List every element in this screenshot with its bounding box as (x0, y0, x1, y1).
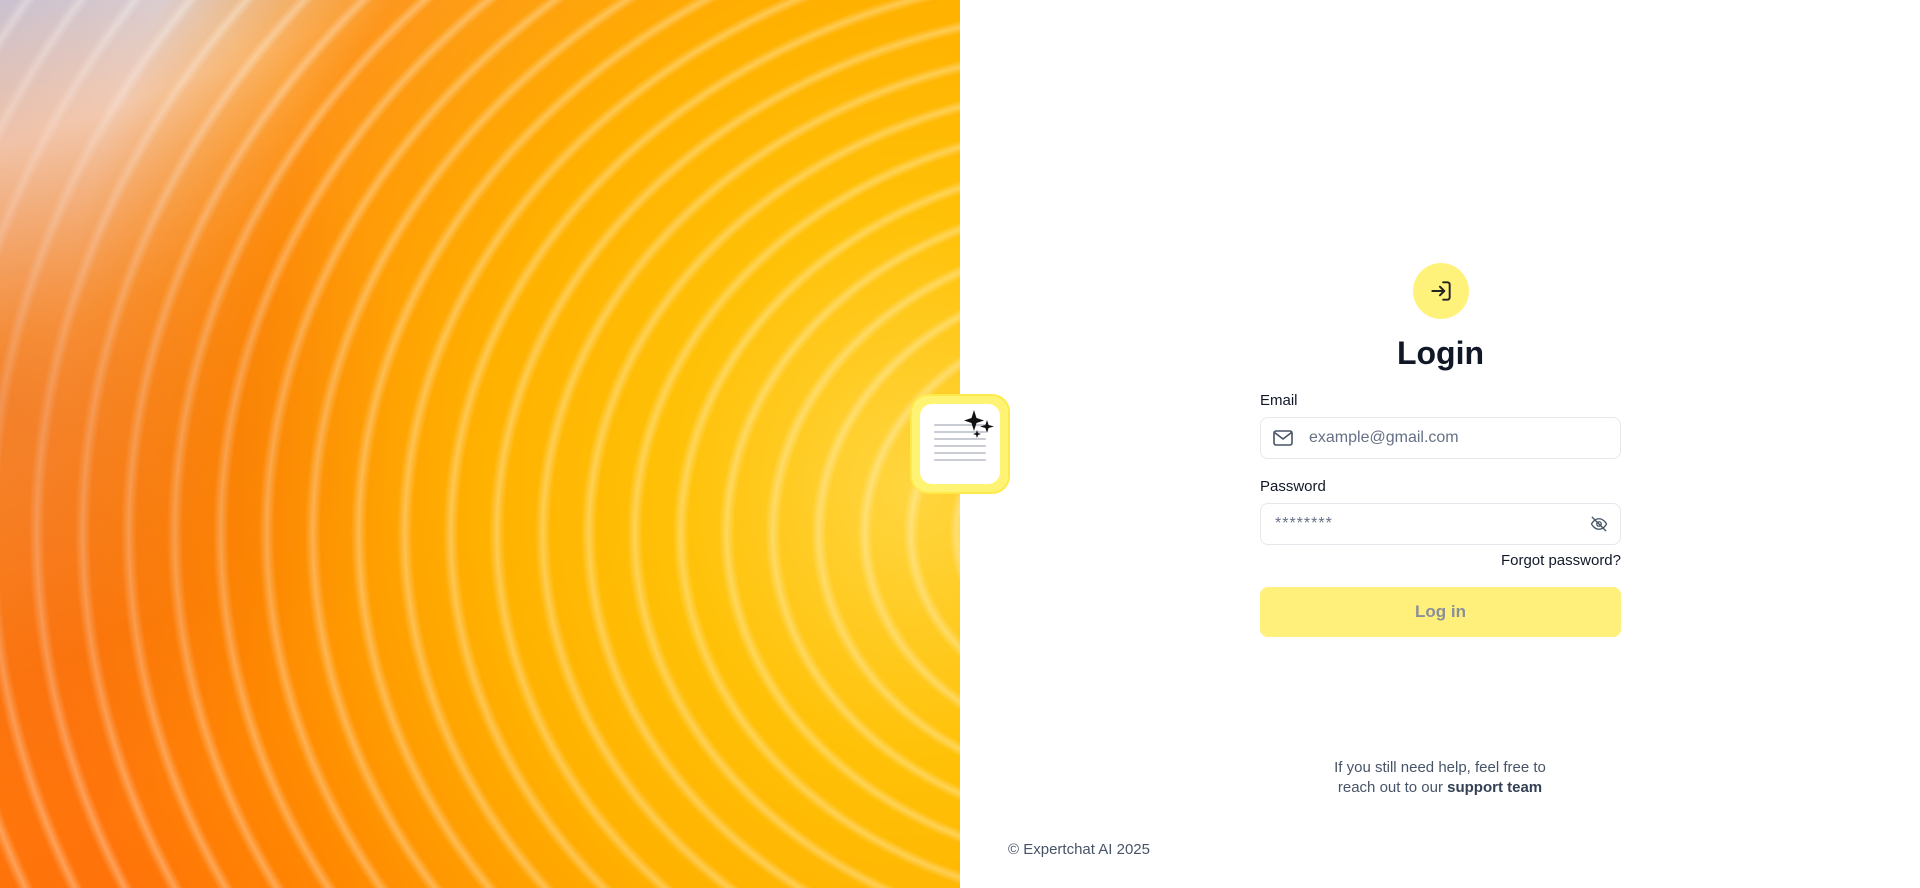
sparkle-document-icon (920, 404, 1000, 484)
page-title: Login (1396, 335, 1485, 371)
login-page: Login Email Password (0, 0, 1920, 888)
login-panel: Login Email Password (960, 0, 1920, 888)
login-button[interactable]: Log in (1260, 587, 1621, 637)
hero-background (0, 0, 960, 888)
help-text: If you still need help, feel free to rea… (1250, 758, 1630, 798)
email-field-wrapper (1260, 417, 1621, 459)
mail-icon (1273, 427, 1293, 449)
support-team-link[interactable]: support team (1447, 779, 1542, 796)
copyright-text: © Expertchat AI 2025 (1008, 841, 1150, 858)
eye-off-icon[interactable] (1590, 515, 1610, 535)
app-logo (912, 396, 1008, 492)
password-label: Password (1260, 478, 1326, 495)
email-label: Email (1260, 392, 1298, 409)
help-line-2: reach out to our support team (1250, 778, 1630, 798)
help-line-1: If you still need help, feel free to (1334, 759, 1546, 776)
email-input[interactable] (1307, 428, 1608, 448)
password-field-wrapper (1260, 503, 1621, 545)
forgot-password-link[interactable]: Forgot password? (1260, 551, 1621, 571)
login-form: Login Email Password (1260, 263, 1621, 637)
login-arrow-icon (1412, 263, 1469, 319)
password-input[interactable] (1273, 514, 1608, 534)
help-line-2-prefix: reach out to our (1337, 779, 1448, 796)
